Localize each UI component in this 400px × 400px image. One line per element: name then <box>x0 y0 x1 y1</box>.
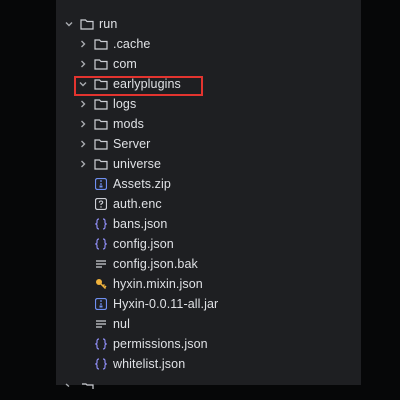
chevron-down-icon[interactable] <box>64 19 74 29</box>
chevron-down-icon[interactable] <box>78 79 88 89</box>
chevron-right-icon[interactable] <box>78 99 88 109</box>
tree-item-label: universe <box>113 157 162 171</box>
folder-icon <box>94 118 108 130</box>
folder-icon <box>94 38 108 50</box>
tree-file-row[interactable]: nul <box>56 314 361 334</box>
tree-file-row[interactable]: permissions.json <box>56 334 361 354</box>
chevron-right-icon[interactable] <box>78 39 88 49</box>
tree-item-label: nul <box>113 317 130 331</box>
mixin-file-icon <box>94 278 108 290</box>
folder-icon <box>94 98 108 110</box>
tree-folder-row[interactable]: mods <box>56 114 361 134</box>
tree-item-label: Assets.zip <box>113 177 171 191</box>
archive-file-icon <box>94 178 108 190</box>
folder-icon <box>80 18 94 30</box>
tree-item-label: whitelist.json <box>113 357 186 371</box>
chevron-right-icon[interactable] <box>78 119 88 129</box>
tree-file-row[interactable]: Assets.zip <box>56 174 361 194</box>
tree-item-label: bans.json <box>113 217 168 231</box>
tree-folder-row[interactable]: universe <box>56 154 361 174</box>
tree-folder-row[interactable]: com <box>56 54 361 74</box>
json-file-icon <box>94 358 108 370</box>
tree-item-label: earlyplugins <box>113 77 181 91</box>
tree-file-row[interactable]: whitelist.json <box>56 354 361 374</box>
tree-file-row[interactable]: config.json.bak <box>56 254 361 274</box>
json-file-icon <box>94 338 108 350</box>
tree-item-label: com <box>113 57 137 71</box>
unknown-file-icon <box>94 198 108 210</box>
folder-icon <box>94 138 108 150</box>
tree-file-row[interactable]: config.json <box>56 234 361 254</box>
tree-file-row[interactable]: bans.json <box>56 214 361 234</box>
tree-folder-row[interactable]: Server <box>56 134 361 154</box>
tree-item-label: auth.enc <box>113 197 162 211</box>
folder-icon <box>94 58 108 70</box>
text-file-icon <box>94 318 108 330</box>
tree-file-row[interactable]: auth.enc <box>56 194 361 214</box>
tree-folder-row[interactable]: earlyplugins <box>56 74 361 94</box>
json-file-icon <box>94 218 108 230</box>
tree-item-label: Hyxin-0.0.11-all.jar <box>113 297 219 311</box>
project-tree-panel: run .cache com earlyplugins logs mods Server u… <box>56 0 361 385</box>
tree-root-label: run <box>99 17 118 31</box>
text-file-icon <box>94 258 108 270</box>
tree-item-label: logs <box>113 97 137 111</box>
tree-item-label: mods <box>113 117 144 131</box>
tree-item-label: .cache <box>113 37 151 51</box>
archive-file-icon <box>94 298 108 310</box>
json-file-icon <box>94 238 108 250</box>
tree-root-run[interactable]: run <box>56 14 361 34</box>
tree-file-row[interactable]: hyxin.mixin.json <box>56 274 361 294</box>
tree-folder-row[interactable]: logs <box>56 94 361 114</box>
tree-item-label: config.json <box>113 237 174 251</box>
folder-icon <box>94 78 108 90</box>
tree-file-row[interactable]: Hyxin-0.0.11-all.jar <box>56 294 361 314</box>
tree-item-label: permissions.json <box>113 337 208 351</box>
tree-item-label: hyxin.mixin.json <box>113 277 203 291</box>
tree-item-label: config.json.bak <box>113 257 198 271</box>
chevron-right-icon[interactable] <box>78 159 88 169</box>
tree-item-label: Server <box>113 137 151 151</box>
tree-folder-row[interactable]: .cache <box>56 34 361 54</box>
folder-icon <box>94 158 108 170</box>
chevron-right-icon[interactable] <box>78 59 88 69</box>
chevron-right-icon[interactable] <box>78 139 88 149</box>
